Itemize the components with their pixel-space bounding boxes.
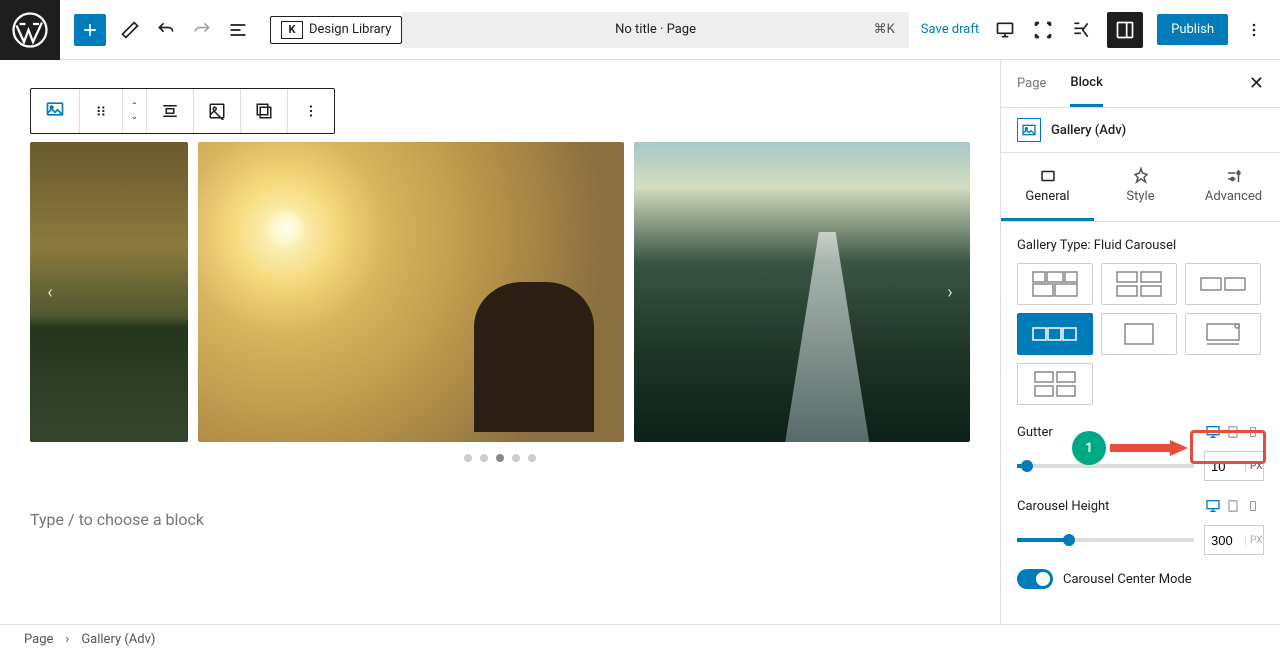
more-options-icon[interactable] (1242, 18, 1266, 42)
gallery-type-option[interactable] (1185, 313, 1261, 355)
kadence-icon[interactable] (1069, 18, 1093, 42)
design-library-button[interactable]: K Design Library (270, 16, 402, 44)
chevron-up-icon[interactable]: ⌃ (131, 101, 138, 110)
block-toolbar: ⌃⌄ (30, 88, 335, 134)
carousel-prev-arrow[interactable]: ‹ (36, 278, 64, 306)
add-block-button[interactable] (74, 14, 106, 46)
toolbar-right: Save draft Publish (921, 12, 1280, 48)
settings-sidebar-toggle[interactable] (1107, 12, 1143, 48)
breadcrumb-item[interactable]: Gallery (Adv) (81, 632, 155, 647)
gallery-carousel: ‹ › (30, 142, 970, 442)
subtab-style[interactable]: Style (1094, 153, 1187, 221)
gallery-type-grid (1017, 263, 1264, 405)
carousel-dot[interactable] (496, 454, 504, 462)
breadcrumb-item[interactable]: Page (24, 632, 53, 647)
gutter-label: Gutter (1017, 425, 1053, 440)
carousel-height-slider[interactable] (1017, 538, 1194, 542)
center-mode-toggle[interactable] (1017, 569, 1053, 589)
chevron-right-icon: › (65, 632, 69, 647)
gallery-block-icon (1017, 118, 1041, 142)
move-up-down[interactable]: ⌃⌄ (123, 89, 147, 133)
gallery-type-option[interactable] (1101, 263, 1177, 305)
carousel-dot[interactable] (528, 454, 536, 462)
editor-breadcrumb: Page › Gallery (Adv) (0, 624, 1280, 654)
sidebar-tabs: Page Block ✕ (1001, 60, 1280, 108)
block-name-label: Gallery (Adv) (1051, 123, 1126, 138)
view-icon[interactable] (1031, 18, 1055, 42)
document-title-bar[interactable]: No title · Page ⌘K (402, 12, 908, 48)
subtab-advanced[interactable]: Advanced (1187, 153, 1280, 221)
desktop-preview-icon[interactable] (993, 18, 1017, 42)
editor-canvas: ⌃⌄ ‹ › Type / to choose a block (0, 60, 1000, 624)
settings-sidebar: Page Block ✕ Gallery (Adv) General Style… (1000, 60, 1280, 624)
center-mode-label: Carousel Center Mode (1063, 572, 1192, 587)
chevron-down-icon[interactable]: ⌄ (131, 112, 138, 121)
edit-icon[interactable] (118, 18, 142, 42)
tab-page[interactable]: Page (1017, 62, 1046, 105)
carousel-dot[interactable] (480, 454, 488, 462)
gallery-type-option[interactable] (1017, 363, 1093, 405)
publish-button[interactable]: Publish (1157, 14, 1228, 45)
toolbar-left: K Design Library (60, 14, 402, 46)
block-appender-placeholder[interactable]: Type / to choose a block (30, 510, 970, 529)
tab-block[interactable]: Block (1070, 61, 1102, 107)
gallery-type-option[interactable] (1185, 263, 1261, 305)
wordpress-logo[interactable] (0, 0, 60, 60)
image-settings-icon[interactable] (194, 89, 241, 133)
tablet-device-icon[interactable] (1224, 497, 1242, 515)
desktop-device-icon[interactable] (1204, 497, 1222, 515)
carousel-height-input[interactable]: PX (1204, 525, 1264, 555)
undo-icon[interactable] (154, 18, 178, 42)
block-type-icon[interactable] (31, 89, 80, 133)
carousel-slide[interactable] (198, 142, 624, 442)
carousel-next-arrow[interactable]: › (936, 278, 964, 306)
replace-icon[interactable] (241, 89, 288, 133)
gallery-type-option[interactable] (1101, 313, 1177, 355)
design-library-icon: K (281, 21, 303, 39)
gallery-type-option[interactable] (1017, 263, 1093, 305)
gallery-type-label: Gallery Type: Fluid Carousel (1017, 238, 1264, 253)
design-library-label: Design Library (309, 22, 391, 37)
carousel-dot[interactable] (512, 454, 520, 462)
close-sidebar-icon[interactable]: ✕ (1249, 73, 1264, 94)
height-device-buttons (1202, 495, 1264, 517)
sidebar-content: Gallery Type: Fluid Carousel Gutter (1001, 222, 1280, 605)
gallery-type-option-selected[interactable] (1017, 313, 1093, 355)
annotation-highlight-box (1190, 430, 1266, 464)
carousel-dot[interactable] (464, 454, 472, 462)
list-view-icon[interactable] (226, 18, 250, 42)
block-name-header: Gallery (Adv) (1001, 108, 1280, 153)
carousel-dots (30, 454, 970, 462)
command-shortcut: ⌘K (874, 22, 895, 37)
drag-handle-icon[interactable] (80, 89, 123, 133)
redo-icon[interactable] (190, 18, 214, 42)
carousel-height-label: Carousel Height (1017, 499, 1109, 514)
align-icon[interactable] (147, 89, 194, 133)
document-title: No title · Page (615, 22, 696, 37)
save-draft-link[interactable]: Save draft (921, 22, 979, 37)
annotation-arrow-icon (1110, 438, 1190, 458)
carousel-slide[interactable] (634, 142, 970, 442)
mobile-device-icon[interactable] (1244, 497, 1262, 515)
block-more-icon[interactable] (288, 89, 334, 133)
top-toolbar: K Design Library No title · Page ⌘K Save… (0, 0, 1280, 60)
annotation-badge: 1 (1072, 431, 1106, 465)
gutter-slider[interactable] (1017, 464, 1194, 468)
subtab-general[interactable]: General (1001, 153, 1094, 221)
sidebar-subtabs: General Style Advanced (1001, 153, 1280, 222)
